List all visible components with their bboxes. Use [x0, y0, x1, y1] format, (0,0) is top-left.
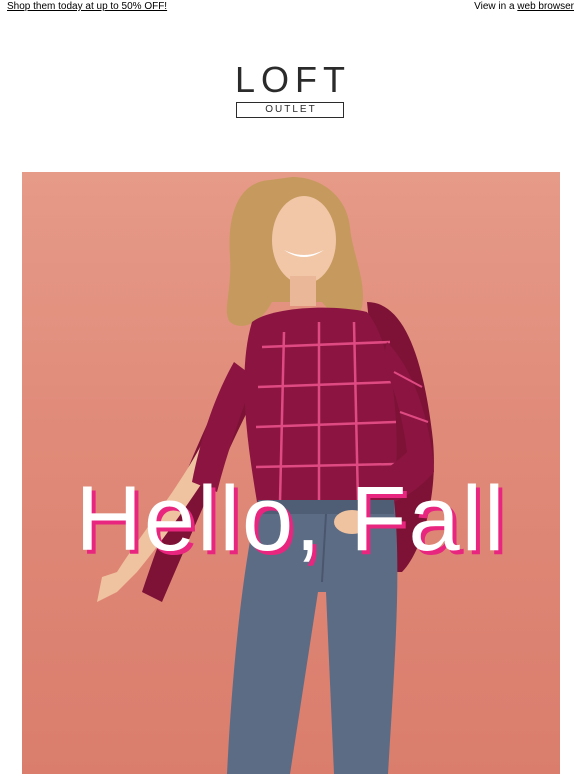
hero-headline: Hello, Fall — [75, 468, 507, 570]
view-in-browser: View in a web browser — [474, 1, 574, 12]
web-browser-link[interactable]: web browser — [517, 1, 574, 12]
brand-logo[interactable]: LOFT OUTLET — [0, 62, 580, 118]
hero-banner[interactable]: Hello, Fall — [22, 172, 560, 774]
logo-wordmark: LOFT — [234, 59, 351, 100]
promo-link[interactable]: Shop them today at up to 50% OFF! — [7, 1, 167, 12]
logo-outlet-label: OUTLET — [236, 102, 344, 118]
view-in-browser-prefix: View in a — [474, 1, 518, 12]
preheader-bar: Shop them today at up to 50% OFF! View i… — [0, 0, 580, 16]
